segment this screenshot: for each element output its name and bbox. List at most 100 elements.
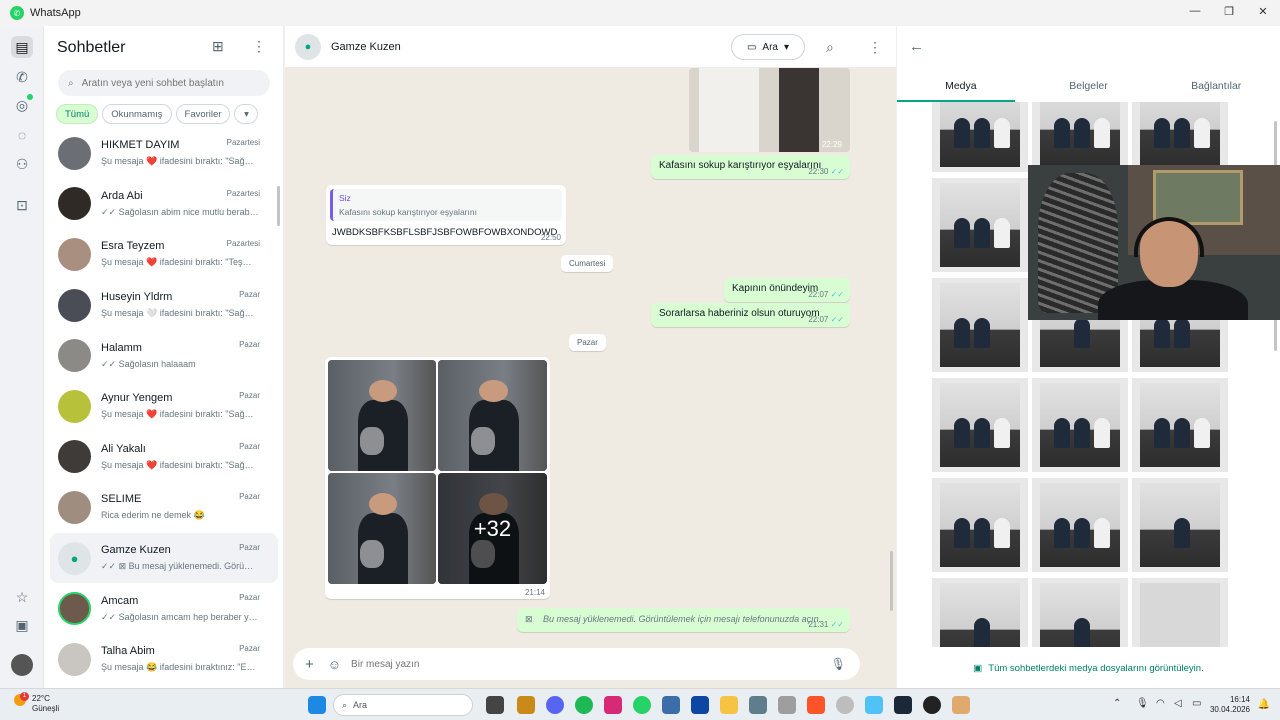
media-thumbnail[interactable] — [932, 178, 1028, 272]
emoji-icon[interactable]: ☺ — [328, 657, 341, 672]
media-gallery-icon[interactable]: ▣ — [11, 614, 33, 636]
media-thumbnail[interactable] — [932, 578, 1028, 647]
calls-icon[interactable]: ✆ — [11, 66, 33, 88]
list-item[interactable]: HIKMET DAYIM Şu mesaja ❤️ ifadesini bırak… — [44, 128, 284, 179]
app-icon[interactable] — [778, 696, 796, 714]
image-message[interactable]: 22:29 — [689, 68, 850, 152]
tab-links[interactable]: Bağlantılar — [1152, 70, 1280, 102]
album-photo[interactable] — [438, 360, 547, 471]
microphone-icon[interactable]: 🎙 — [831, 657, 846, 671]
app-icon[interactable] — [836, 696, 854, 714]
clock[interactable]: 16:14 30.04.2026 — [1210, 695, 1250, 715]
media-thumbnail[interactable] — [1132, 578, 1228, 647]
tab-documents[interactable]: Belgeler — [1025, 70, 1153, 102]
list-item[interactable]: Ali Yakalı Şu mesaja ❤️ ifadesini bıraktı… — [44, 432, 284, 483]
album-photo-more[interactable]: +32 — [438, 473, 547, 584]
status-icon[interactable]: ◎ — [11, 94, 33, 116]
instagram-icon[interactable] — [604, 696, 622, 714]
media-thumbnail[interactable] — [932, 102, 1028, 172]
list-item-selected[interactable]: ● Gamze Kuzen ✓✓ ⊠ Bu mesaj yüklenemedi. G… — [50, 532, 278, 584]
menu-icon[interactable]: ⋮ — [252, 38, 266, 55]
media-thumbnail[interactable] — [1032, 102, 1128, 172]
battery-icon[interactable]: ▭ — [1192, 698, 1201, 709]
album-photo[interactable] — [328, 360, 436, 471]
media-thumbnail[interactable] — [932, 278, 1028, 372]
minimize-button[interactable]: — — [1178, 0, 1212, 22]
task-view-icon[interactable] — [486, 696, 504, 714]
new-chat-icon[interactable]: ⊞ — [212, 38, 224, 55]
chat-list-scrollbar[interactable] — [277, 186, 280, 226]
album-photo[interactable] — [328, 473, 436, 584]
filter-favorites[interactable]: Favoriler — [175, 104, 231, 124]
media-thumbnail[interactable] — [1132, 378, 1228, 472]
calculator-icon[interactable] — [749, 696, 767, 714]
profile-avatar[interactable] — [11, 654, 33, 676]
filter-all[interactable]: Tümü — [56, 104, 99, 124]
list-item[interactable]: SELIME Rica ederim ne demek 😂 Pazar — [44, 482, 284, 533]
starred-icon[interactable]: ☆ — [11, 586, 33, 608]
taskbar-search[interactable]: ⌕ Ara — [333, 694, 473, 716]
archived-icon[interactable]: ⊡ — [11, 194, 33, 216]
media-thumbnail[interactable] — [1032, 478, 1128, 572]
maximize-button[interactable]: ❐ — [1212, 0, 1246, 22]
notifications-icon[interactable]: 🔔 — [1258, 699, 1270, 710]
outgoing-message[interactable]: Sorarlarsa haberiniz olsun oturuyom 22:0… — [651, 303, 850, 327]
media-thumbnail[interactable] — [932, 378, 1028, 472]
app-icon[interactable] — [952, 696, 970, 714]
media-thumbnail[interactable] — [932, 478, 1028, 572]
menu-icon[interactable]: ⋮ — [868, 39, 882, 56]
media-thumbnail[interactable] — [1032, 378, 1128, 472]
list-item[interactable]: Esra Teyzem Şu mesaja ❤️ ifadesini bırakt… — [44, 229, 284, 280]
message-input[interactable] — [351, 658, 832, 670]
album-message[interactable]: +32 21:14 — [325, 357, 550, 599]
start-windows-icon[interactable] — [308, 696, 326, 714]
steam-icon[interactable] — [894, 696, 912, 714]
media-thumbnail[interactable] — [1032, 578, 1128, 647]
spotify-icon[interactable] — [575, 696, 593, 714]
list-item[interactable]: Halamm ✓✓ Sağolasın halaaam Pazar — [44, 330, 284, 381]
media-thumbnail[interactable] — [1132, 102, 1228, 172]
list-item[interactable]: Amcam ✓✓ Sağolasın amcam hep beraber y… Pa… — [44, 583, 284, 634]
discord-icon[interactable] — [546, 696, 564, 714]
list-item[interactable]: Talha Abim Şu mesaja 😂 ifadesini bıraktın… — [44, 634, 284, 685]
wifi-icon[interactable]: ◠ — [1156, 698, 1165, 709]
message-composer[interactable]: + ☺ 🎙 — [293, 648, 860, 680]
call-button[interactable]: ▭ Ara ▾ — [731, 34, 805, 60]
brave-icon[interactable] — [807, 696, 825, 714]
outgoing-message[interactable]: Kapının önündeyim 22:07 ✓✓ — [724, 278, 850, 302]
conversation-header[interactable]: ● Gamze Kuzen ▭ Ara ▾ ⌕ ⋮ — [285, 26, 896, 68]
search-icon[interactable]: ⌕ — [826, 39, 834, 56]
filter-more-chevron-icon[interactable]: ▾ — [234, 104, 259, 124]
list-item[interactable]: Arda Abi ✓✓ Sağolasın abim nice mutlu ber… — [44, 179, 284, 230]
incoming-message[interactable]: Siz Kafasını sokup karıştırıyor eşyaları… — [326, 185, 566, 245]
whatsapp-icon[interactable] — [633, 696, 651, 714]
file-explorer-icon[interactable] — [720, 696, 738, 714]
reply-quote[interactable]: Siz Kafasını sokup karıştırıyor eşyaları… — [330, 189, 562, 221]
list-item[interactable]: Aynur Yengem Şu mesaja ❤️ ifadesini bırak… — [44, 381, 284, 432]
close-button[interactable]: ✕ — [1246, 0, 1280, 22]
communities-icon[interactable]: ⚇ — [11, 153, 33, 175]
all-media-link[interactable]: ▣ Tüm sohbetlerdeki medya dosyalarını gö… — [897, 648, 1280, 688]
tab-media[interactable]: Medya — [897, 70, 1025, 102]
microphone-icon[interactable]: 🎙 — [1136, 698, 1149, 709]
channels-icon[interactable]: ◌ — [11, 124, 33, 146]
app-icon[interactable] — [865, 696, 883, 714]
failed-message[interactable]: ⊠ Bu mesaj yüklenemedi. Görüntülemek içi… — [517, 608, 850, 632]
search-bar[interactable]: ⌕ — [58, 70, 270, 96]
filter-unread[interactable]: Okunmamış — [102, 104, 172, 124]
weather-widget[interactable]: 1 22°C Güneşli — [14, 692, 59, 714]
attach-plus-icon[interactable]: + — [305, 656, 314, 673]
app-icon[interactable] — [923, 696, 941, 714]
store-icon[interactable] — [691, 696, 709, 714]
chats-icon[interactable]: ▤ — [11, 36, 33, 58]
media-thumbnail[interactable] — [1132, 478, 1228, 572]
volume-icon[interactable]: ◁ — [1174, 698, 1182, 709]
chevron-up-icon[interactable]: ⌃ — [1113, 698, 1121, 709]
back-arrow-icon[interactable]: ← — [909, 38, 924, 55]
app-icon[interactable] — [517, 696, 535, 714]
outgoing-message[interactable]: Kafasını sokup karıştırıyor eşyalarını 2… — [651, 155, 850, 179]
app-icon[interactable] — [662, 696, 680, 714]
conversation-scrollbar[interactable] — [890, 551, 893, 611]
search-input[interactable] — [81, 77, 252, 89]
list-item[interactable]: Huseyin Yldrm Şu mesaja 🤍 ifadesini bırak… — [44, 280, 284, 331]
